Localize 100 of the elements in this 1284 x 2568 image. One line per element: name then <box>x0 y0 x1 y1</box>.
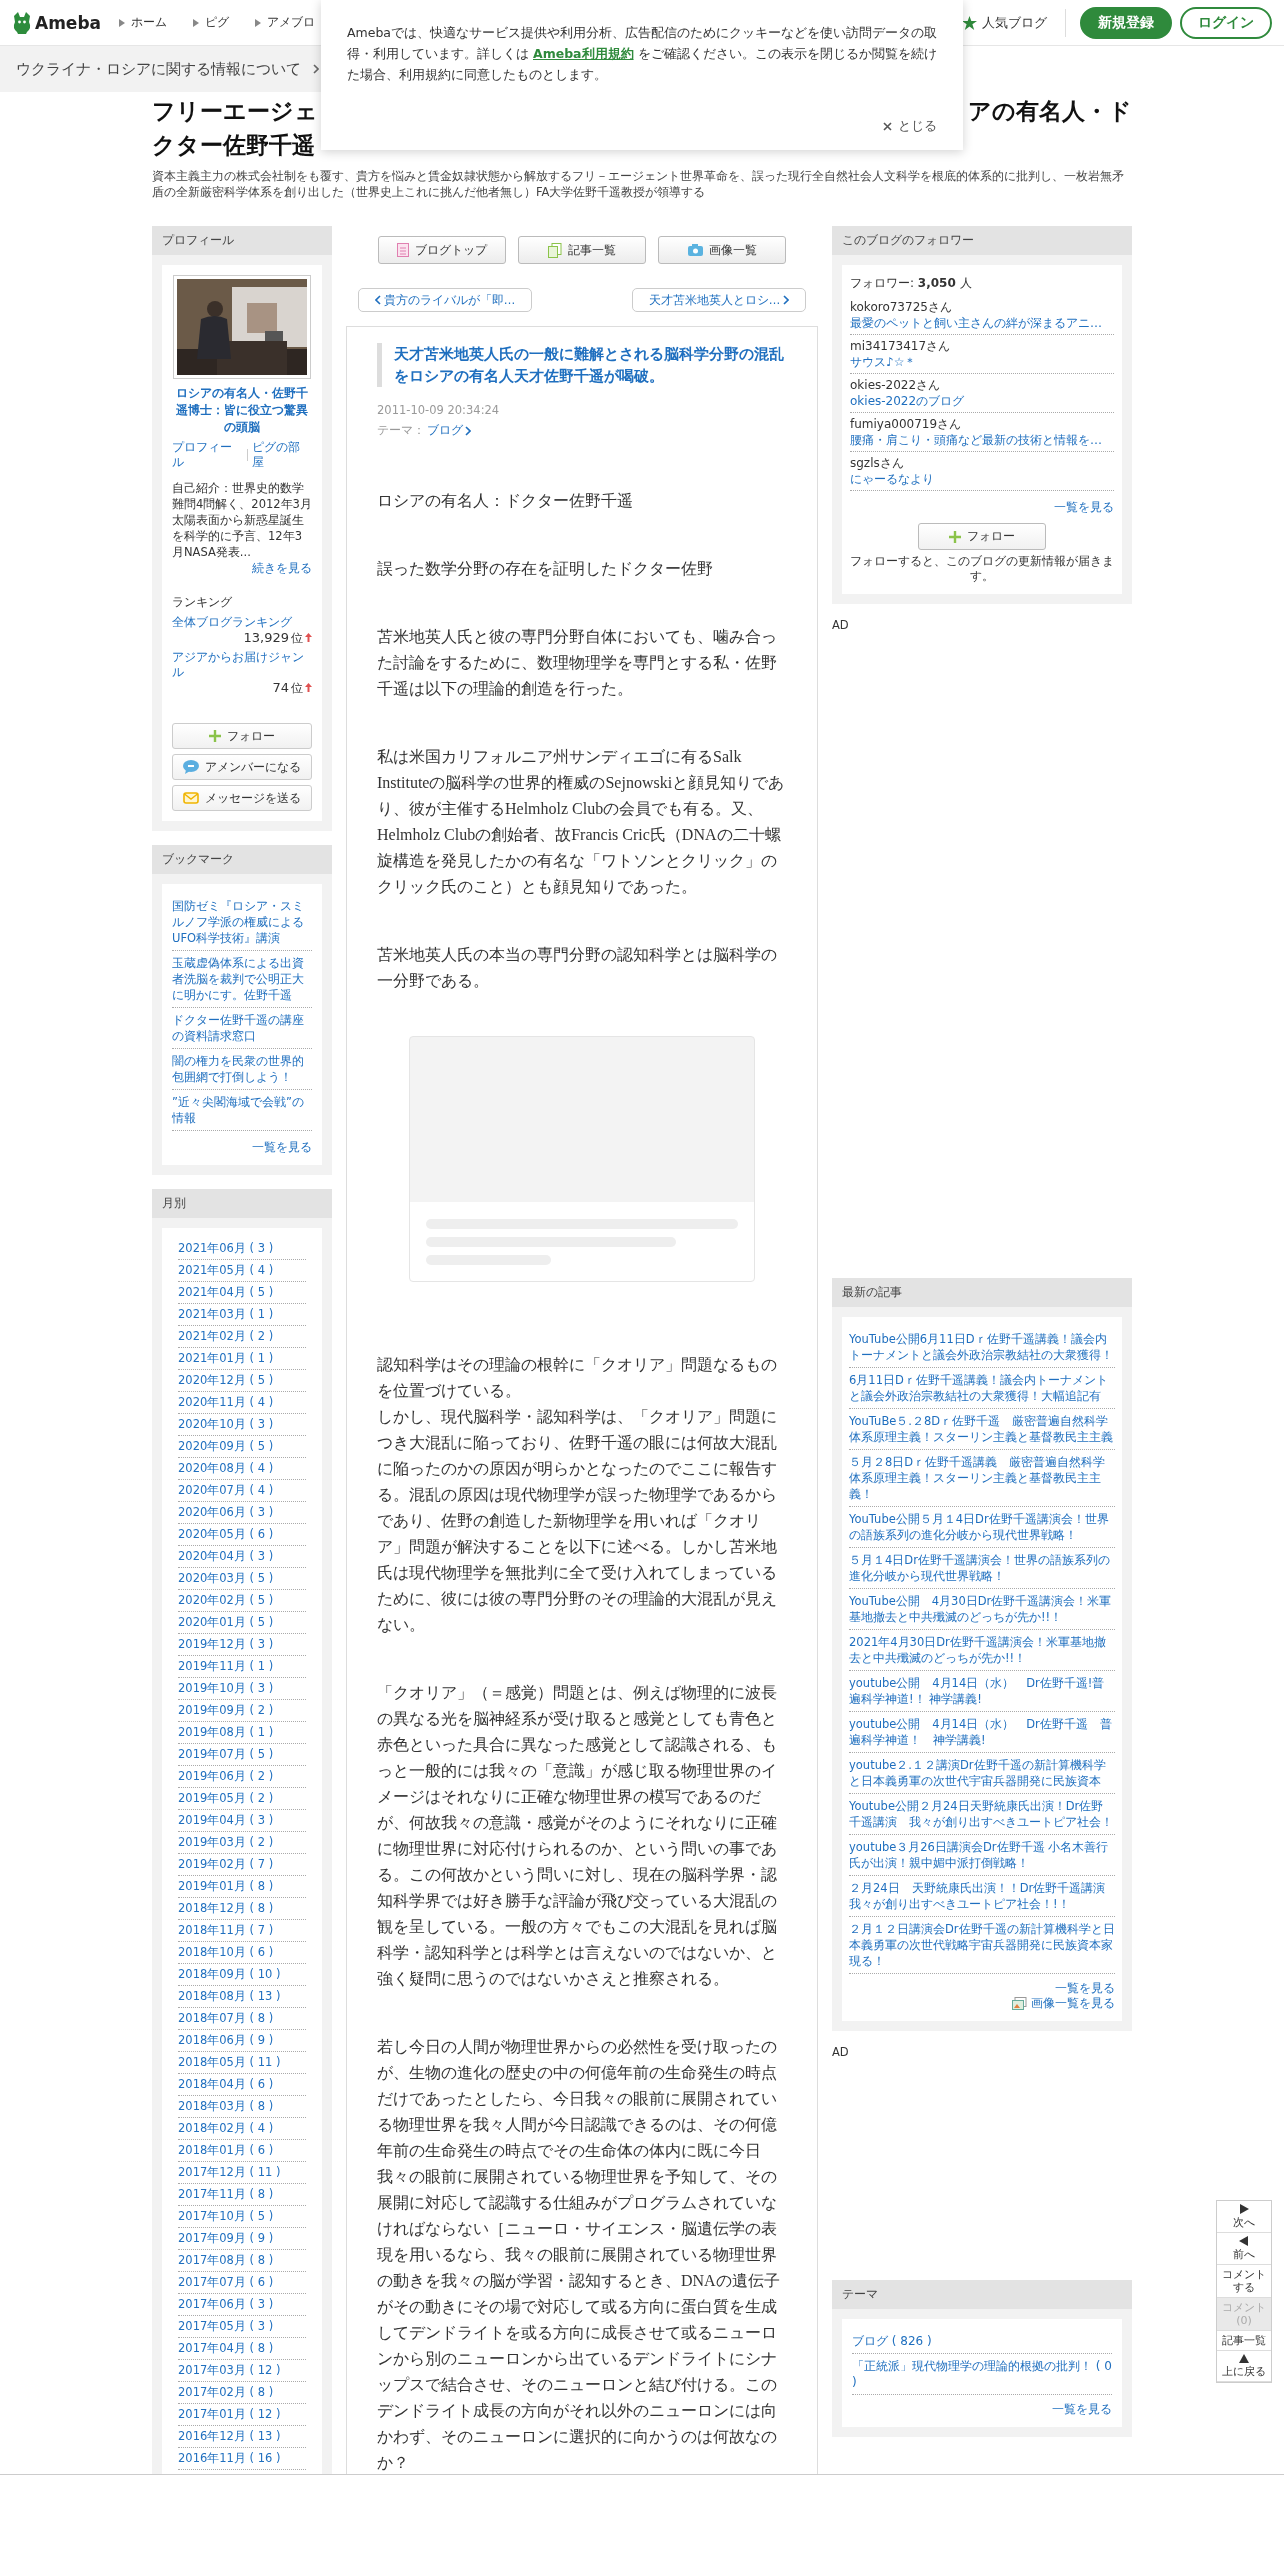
profile-name-link[interactable]: ロシアの有名人・佐野千遥博士：皆に役立つ驚異の頭脳 <box>172 385 312 436</box>
follower-blog-link[interactable]: 腰痛・肩こり・頭痛など最新の技術と情報を… <box>850 432 1114 448</box>
month-link[interactable]: 2017年11月 ( 8 ) <box>178 2184 306 2206</box>
month-link[interactable]: 2020年01月 ( 5 ) <box>178 1612 306 1634</box>
month-link[interactable]: 2017年12月 ( 11 ) <box>178 2162 306 2184</box>
recent-post-link[interactable]: 6月11日Dｒ佐野千遥講義！議会内トーナメントと議会外政治宗教結社の大衆獲得！大幅追記有 <box>849 1368 1115 1409</box>
follower-blog-link[interactable]: サウス♪☆＊ <box>850 354 1114 370</box>
recent-post-link[interactable]: ２月24日 天野統康氏出演！！Dr佐野千遥講演我々が創り出すべきユートピア社会！!！ <box>849 1876 1115 1917</box>
ranking-link[interactable]: アジアからお届けジャンル <box>172 650 312 680</box>
side-nav-button[interactable]: 上に戻る <box>1217 2351 1271 2382</box>
profile-action-button[interactable]: フォロー <box>172 723 312 749</box>
month-link[interactable]: 2017年04月 ( 8 ) <box>178 2338 306 2360</box>
month-link[interactable]: 2019年06月 ( 2 ) <box>178 1766 306 1788</box>
month-link[interactable]: 2018年09月 ( 10 ) <box>178 1964 306 1986</box>
recent-post-link[interactable]: youtube公開 4月14日（水） Dr佐野千遥!普遍科学神道!！ 神学講義! <box>849 1671 1115 1712</box>
bookmark-link[interactable]: 国防ゼミ『ロシア・スミルノフ学派の権威によるUFO科学技術』講演 <box>172 894 312 951</box>
recent-post-link[interactable]: YouTuBe５.２8Dｒ佐野千遥 厳密普遍自然科学体系原理主義！スターリン主義と基督教民主主義 <box>849 1409 1115 1450</box>
profile-link[interactable]: ピグの部屋 <box>252 440 312 470</box>
bookmark-link[interactable]: ”近々尖閣海域で会戦”の情報 <box>172 1090 312 1131</box>
month-link[interactable]: 2016年11月 ( 16 ) <box>178 2448 306 2470</box>
month-link[interactable]: 2017年01月 ( 12 ) <box>178 2404 306 2426</box>
month-link[interactable]: 2019年12月 ( 3 ) <box>178 1634 306 1656</box>
month-link[interactable]: 2019年07月 ( 5 ) <box>178 1744 306 1766</box>
month-link[interactable]: 2018年01月 ( 6 ) <box>178 2140 306 2162</box>
month-link[interactable]: 2021年06月 ( 3 ) <box>178 1238 306 1260</box>
month-link[interactable]: 2018年03月 ( 8 ) <box>178 2096 306 2118</box>
theme-list-link[interactable]: ブログ ( 826 ) <box>852 2329 1112 2354</box>
recent-post-link[interactable]: youtube３月26日講演会Dr佐野千遥 小名木善行氏が出演！親中媚中派打倒戦略！ <box>849 1835 1115 1876</box>
month-link[interactable]: 2017年02月 ( 8 ) <box>178 2382 306 2404</box>
recent-post-link[interactable]: YouTube公開 4月30日Dr佐野千遥講演会！米軍基地撤去と中共殲滅のどっちが先か!!！ <box>849 1589 1115 1630</box>
ranking-link[interactable]: 全体ブログランキング <box>172 615 312 630</box>
month-link[interactable]: 2019年09月 ( 2 ) <box>178 1700 306 1722</box>
month-link[interactable]: 2020年03月 ( 5 ) <box>178 1568 306 1590</box>
theme-list-link[interactable]: 「正統派」現代物理学の理論的根拠の批判！ ( 0 ) <box>852 2354 1112 2395</box>
month-link[interactable]: 2019年08月 ( 1 ) <box>178 1722 306 1744</box>
month-link[interactable]: 2020年10月 ( 3 ) <box>178 1414 306 1436</box>
profile-action-button[interactable]: メッセージを送る <box>172 785 312 811</box>
month-link[interactable]: 2018年02月 ( 4 ) <box>178 2118 306 2140</box>
nav-link[interactable]: ピグ <box>193 14 230 31</box>
month-link[interactable]: 2021年02月 ( 2 ) <box>178 1326 306 1348</box>
read-more-link[interactable]: 続きを見る <box>172 560 312 576</box>
profile-action-button[interactable]: アメンバーになる <box>172 754 312 780</box>
bookmark-link[interactable]: 闇の権力を民衆の世界的包囲網で打倒しよう！ <box>172 1049 312 1090</box>
see-all-link[interactable]: 一覧を見る <box>849 1980 1115 1996</box>
month-link[interactable]: 2021年04月 ( 5 ) <box>178 1282 306 1304</box>
month-link[interactable]: 2019年04月 ( 3 ) <box>178 1810 306 1832</box>
month-link[interactable]: 2020年07月 ( 4 ) <box>178 1480 306 1502</box>
image-list-link[interactable]: 画像一覧を見る <box>849 1996 1115 2011</box>
signup-button[interactable]: 新規登録 <box>1080 6 1172 39</box>
month-link[interactable]: 2018年12月 ( 8 ) <box>178 1898 306 1920</box>
nav-link[interactable]: ホーム <box>119 14 168 31</box>
month-link[interactable]: 2017年05月 ( 3 ) <box>178 2316 306 2338</box>
recent-post-link[interactable]: YouTube公開6月11日Dｒ佐野千遥講義！議会内トーナメントと議会外政治宗教結社の大衆獲得！ <box>849 1327 1115 1368</box>
month-link[interactable]: 2018年07月 ( 8 ) <box>178 2008 306 2030</box>
month-link[interactable]: 2020年09月 ( 5 ) <box>178 1436 306 1458</box>
previous-post-link[interactable]: 貴方のライバルが「即… <box>358 288 532 312</box>
recent-post-link[interactable]: Youtube公開２月24日天野統康氏出演！Dr佐野千遥講演 我々が創り出すべきユートピア社会！ <box>849 1794 1115 1835</box>
recent-post-link[interactable]: youtube公開 4月14日（水） Dr佐野千遥 普遍科学神道！ 神学講義! <box>849 1712 1115 1753</box>
recent-post-link[interactable]: ２月１２日講演会Dr佐野千遥の新計算機科学と日本義勇軍の次世代戦略宇宙兵器開発に民族資本家現る！ <box>849 1917 1115 1974</box>
side-nav-button[interactable]: 前へ <box>1217 2233 1271 2265</box>
month-link[interactable]: 2017年06月 ( 3 ) <box>178 2294 306 2316</box>
next-post-link[interactable]: 天才苫米地英人とロシ… <box>632 288 806 312</box>
month-link[interactable]: 2017年08月 ( 8 ) <box>178 2250 306 2272</box>
follower-blog-link[interactable]: にゃーるなより <box>850 471 1114 487</box>
follower-blog-link[interactable]: 最愛のペットと飼い主さんの絆が深まるアニ… <box>850 315 1114 331</box>
month-link[interactable]: 2020年11月 ( 4 ) <box>178 1392 306 1414</box>
month-link[interactable]: 2019年03月 ( 2 ) <box>178 1832 306 1854</box>
month-link[interactable]: 2017年03月 ( 12 ) <box>178 2360 306 2382</box>
recent-post-link[interactable]: ５月２8日Dｒ佐野千遥講義 厳密普遍自然科学体系原理主義！スターリン主義と基督教民主主義！ <box>849 1450 1115 1507</box>
recent-post-link[interactable]: ５月１4日Dr佐野千遥講演会！世界の語族系列の進化分岐から現代世界戦略！ <box>849 1548 1115 1589</box>
nav-link[interactable]: アメブロ <box>255 14 316 31</box>
month-link[interactable]: 2018年06月 ( 9 ) <box>178 2030 306 2052</box>
month-link[interactable]: 2020年05月 ( 6 ) <box>178 1524 306 1546</box>
month-link[interactable]: 2018年10月 ( 6 ) <box>178 1942 306 1964</box>
month-link[interactable]: 2018年05月 ( 11 ) <box>178 2052 306 2074</box>
see-all-link[interactable]: 一覧を見る <box>172 1139 312 1155</box>
month-link[interactable]: 2020年02月 ( 5 ) <box>178 1590 306 1612</box>
follow-button[interactable]: フォロー <box>918 523 1046 550</box>
month-link[interactable]: 2020年06月 ( 3 ) <box>178 1502 306 1524</box>
terms-link[interactable]: Ameba利用規約 <box>533 46 634 61</box>
profile-link[interactable]: プロフィール <box>172 440 244 470</box>
bookmark-link[interactable]: ドクター佐野千遥の講座の資料請求窓口 <box>172 1008 312 1049</box>
month-link[interactable]: 2018年08月 ( 13 ) <box>178 1986 306 2008</box>
month-link[interactable]: 2018年04月 ( 6 ) <box>178 2074 306 2096</box>
month-link[interactable]: 2019年01月 ( 8 ) <box>178 1876 306 1898</box>
ameba-logo[interactable]: Ameba <box>12 11 102 34</box>
blog-nav-button[interactable]: ブログトップ <box>378 236 506 264</box>
side-nav-button[interactable]: 次へ <box>1217 2201 1271 2233</box>
month-link[interactable]: 2016年12月 ( 13 ) <box>178 2426 306 2448</box>
month-link[interactable]: 2021年01月 ( 1 ) <box>178 1348 306 1370</box>
see-all-link[interactable]: 一覧を見る <box>850 499 1114 515</box>
month-link[interactable]: 2020年12月 ( 5 ) <box>178 1370 306 1392</box>
close-button[interactable]: とじる <box>877 116 943 136</box>
recent-post-link[interactable]: YouTube公開５月１4日Dr佐野千遥講演会！世界の語族系列の進化分岐から現代世界戦略！ <box>849 1507 1115 1548</box>
month-link[interactable]: 2017年09月 ( 9 ) <box>178 2228 306 2250</box>
month-link[interactable]: 2021年05月 ( 4 ) <box>178 1260 306 1282</box>
month-link[interactable]: 2017年10月 ( 5 ) <box>178 2206 306 2228</box>
month-link[interactable]: 2020年04月 ( 3 ) <box>178 1546 306 1568</box>
month-link[interactable]: 2019年10月 ( 3 ) <box>178 1678 306 1700</box>
month-link[interactable]: 2021年03月 ( 1 ) <box>178 1304 306 1326</box>
